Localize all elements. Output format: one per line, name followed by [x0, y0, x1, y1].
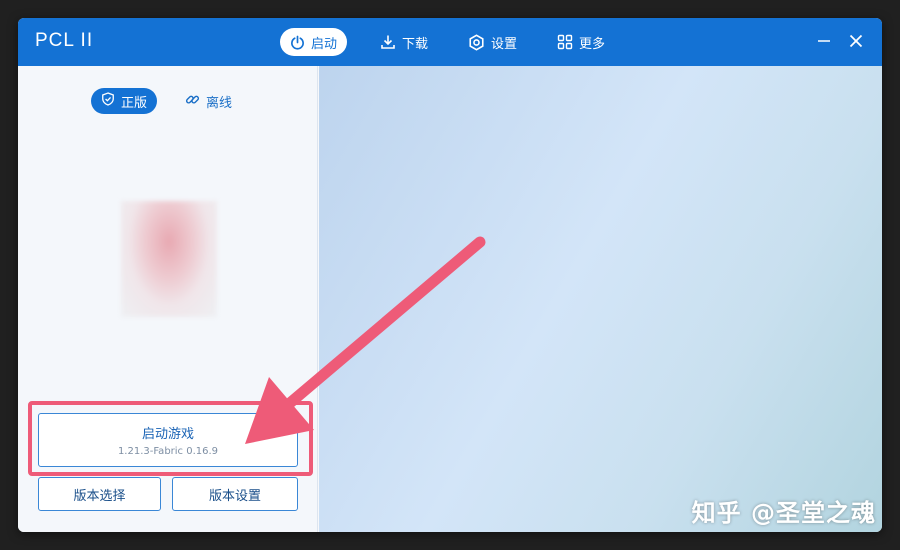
shield-check-icon [101, 92, 115, 110]
grid-icon [557, 34, 573, 50]
version-select-button[interactable]: 版本选择 [38, 477, 161, 511]
launch-game-label: 启动游戏 [141, 427, 194, 442]
launch-sidebar: 正版 离线 启动游戏 1.21.3-Fabric 0.16.9 版本选择 版本设… [18, 66, 318, 532]
download-icon [380, 34, 396, 50]
title-bar: PCL II 启动 下载 设置 更多 [18, 18, 882, 66]
login-mode-switch: 正版 离线 [91, 88, 242, 114]
tab-label: 下载 [402, 36, 429, 52]
launcher-window: PCL II 启动 下载 设置 更多 正版 离线 启动游戏 1.21.3-Fab… [18, 18, 882, 532]
tab-launch[interactable]: 启动 [280, 28, 348, 56]
background-area [319, 66, 882, 532]
power-icon [290, 35, 305, 50]
player-skin-avatar [121, 201, 217, 317]
close-button[interactable] [844, 30, 868, 54]
tab-download[interactable]: 下载 [370, 28, 438, 56]
minimize-icon [817, 33, 831, 52]
tab-settings[interactable]: 设置 [458, 28, 527, 56]
tab-label: 更多 [579, 36, 606, 52]
offline-mode-label: 离线 [206, 95, 233, 111]
tab-label: 启动 [311, 36, 338, 52]
tab-more[interactable]: 更多 [547, 28, 615, 56]
minimize-button[interactable] [812, 30, 836, 54]
close-icon [849, 33, 863, 52]
link-icon [185, 92, 200, 111]
launch-version-label: 1.21.3-Fabric 0.16.9 [117, 446, 219, 457]
gear-icon [468, 33, 485, 51]
version-settings-button[interactable]: 版本设置 [172, 477, 298, 511]
official-mode-label: 正版 [121, 95, 148, 111]
launch-game-button[interactable]: 启动游戏 1.21.3-Fabric 0.16.9 [38, 413, 298, 467]
offline-mode-button[interactable]: 离线 [175, 88, 242, 114]
app-title: PCL II [35, 30, 94, 51]
watermark-text: 知乎 @圣堂之魂 [691, 499, 876, 527]
official-mode-button[interactable]: 正版 [91, 88, 158, 114]
tab-label: 设置 [491, 36, 518, 52]
